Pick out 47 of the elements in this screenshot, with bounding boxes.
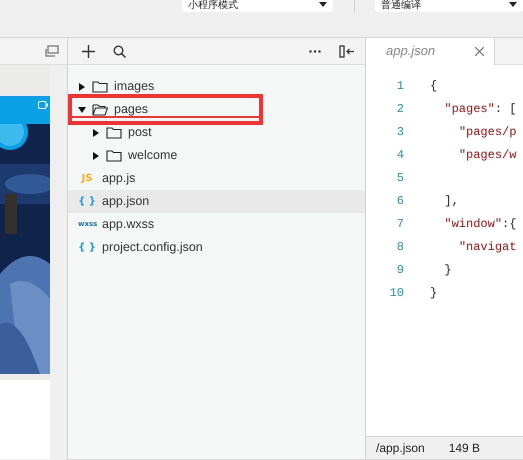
code-line: "pages/w bbox=[458, 146, 516, 164]
code-line: "pages": [ bbox=[443, 100, 516, 118]
folder-icon bbox=[92, 80, 108, 93]
collapsed-caret-icon[interactable] bbox=[79, 82, 85, 90]
line-number: 2 bbox=[396, 100, 405, 118]
file-type-icon: { } bbox=[78, 240, 96, 255]
folder-row[interactable]: pages bbox=[68, 94, 263, 125]
line-number: 10 bbox=[388, 284, 405, 302]
code-line: ], bbox=[443, 192, 459, 210]
line-number: 3 bbox=[396, 124, 405, 140]
file-type-icon: { } bbox=[78, 194, 96, 209]
battery-icon bbox=[38, 101, 48, 109]
line-number: 5 bbox=[396, 170, 405, 186]
caret-icon bbox=[509, 2, 517, 7]
code-line: { bbox=[430, 78, 438, 94]
line-number: 7 bbox=[396, 216, 405, 232]
expanded-caret-icon[interactable] bbox=[78, 106, 86, 112]
file-size: 149 B bbox=[448, 440, 480, 457]
line-number: 4 bbox=[396, 146, 405, 164]
file-row[interactable]: { } app.json bbox=[68, 190, 365, 213]
collapse-panel-icon[interactable] bbox=[339, 44, 355, 58]
code-line: "navigat bbox=[458, 238, 516, 256]
add-icon[interactable] bbox=[82, 44, 95, 58]
more-icon[interactable] bbox=[309, 50, 321, 52]
file-path: /app.json bbox=[376, 440, 425, 457]
code-line: } bbox=[443, 262, 452, 278]
code-line: "window":{ bbox=[443, 216, 516, 232]
file-type-icon: JS bbox=[78, 171, 96, 186]
search-icon[interactable] bbox=[113, 44, 126, 58]
line-number: 8 bbox=[396, 238, 405, 256]
line-number: 1 bbox=[396, 78, 405, 94]
editor-tab[interactable]: app.json bbox=[366, 38, 495, 64]
caret-icon bbox=[319, 2, 327, 7]
code-line: } bbox=[430, 284, 438, 302]
file-row[interactable]: JS app.js bbox=[68, 167, 365, 190]
open-folder-icon bbox=[92, 103, 108, 116]
folder-icon bbox=[106, 149, 122, 162]
window-icon[interactable] bbox=[45, 45, 59, 57]
collapsed-caret-icon[interactable] bbox=[93, 128, 99, 136]
code-line: "pages/p bbox=[458, 124, 516, 140]
collapsed-caret-icon[interactable] bbox=[93, 152, 99, 160]
folder-row[interactable]: welcome bbox=[68, 144, 365, 167]
line-number: 9 bbox=[396, 262, 405, 278]
file-row[interactable]: { } project.config.json bbox=[68, 236, 365, 259]
folder-icon bbox=[106, 126, 122, 139]
line-number: 6 bbox=[396, 192, 405, 210]
close-icon[interactable] bbox=[475, 46, 484, 56]
